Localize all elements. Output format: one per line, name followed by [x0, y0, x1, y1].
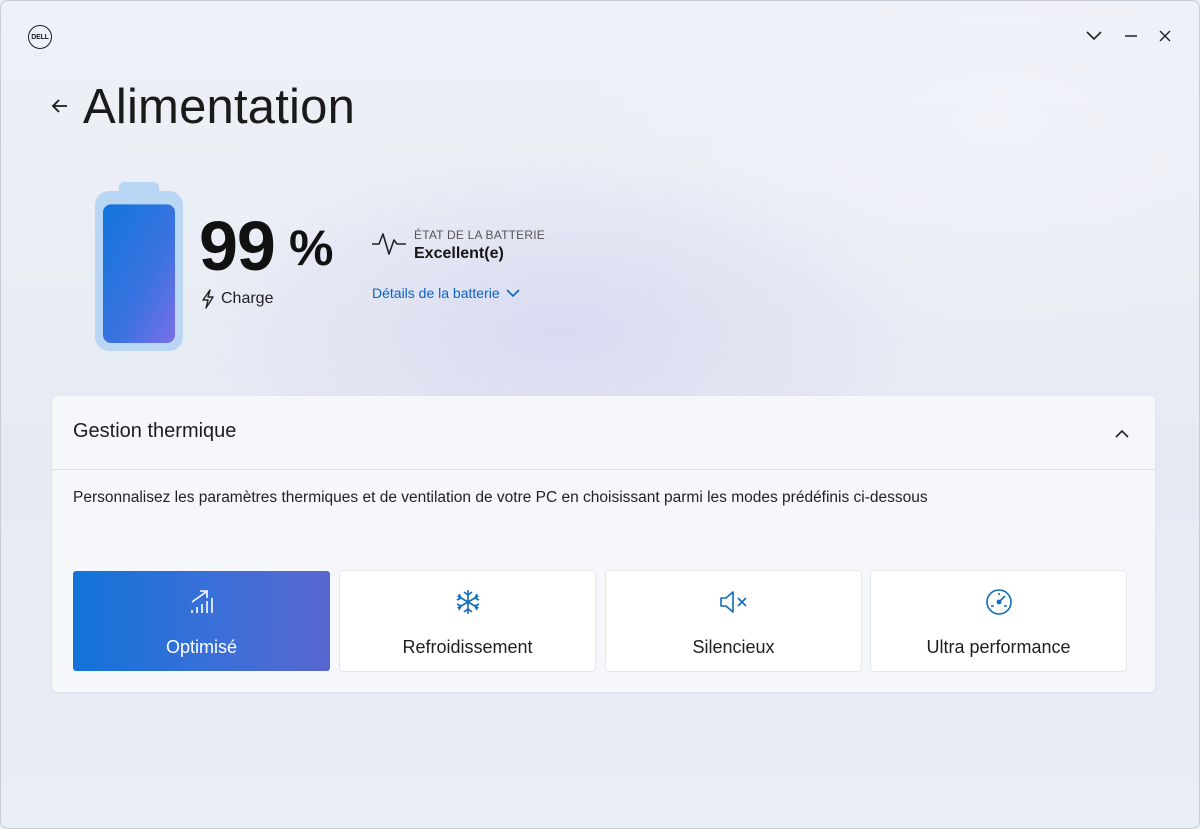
mode-ultra-performance[interactable]: Ultra performance	[871, 571, 1126, 671]
mode-silencieux[interactable]: Silencieux	[606, 571, 861, 671]
charge-label: Charge	[221, 290, 274, 307]
battery-percent: 99	[199, 207, 276, 285]
mode-label: Silencieux	[692, 637, 775, 657]
mode-label: Optimisé	[165, 637, 237, 657]
thermal-management-panel: Gestion thermique Personnalisez les para…	[52, 396, 1155, 692]
speaker-mute-icon	[719, 585, 749, 619]
dropdown-chevron-button[interactable]	[1079, 23, 1109, 49]
charge-status: Charge	[201, 289, 273, 309]
snowflake-icon	[454, 585, 482, 619]
pulse-icon	[371, 227, 407, 259]
panel-title: Gestion thermique	[73, 420, 237, 442]
back-button[interactable]	[49, 95, 71, 117]
mode-label: Ultra performance	[926, 637, 1071, 657]
close-button[interactable]	[1150, 23, 1180, 49]
page-title: Alimentation	[83, 80, 356, 134]
battery-icon	[93, 181, 185, 353]
chevron-down-icon	[506, 288, 520, 297]
battery-details-label: Détails de la batterie	[372, 285, 500, 301]
battery-details-link[interactable]: Détails de la batterie	[372, 285, 520, 301]
mode-optimise[interactable]: Optimisé	[73, 571, 330, 671]
close-icon	[1159, 30, 1171, 42]
dell-logo: DELL	[28, 25, 52, 49]
bars-trend-up-icon	[188, 585, 216, 619]
battery-percent-unit: %	[289, 220, 334, 276]
chevron-down-icon	[1086, 31, 1102, 41]
chevron-up-icon	[1115, 429, 1129, 438]
panel-description: Personnalisez les paramètres thermiques …	[73, 489, 928, 506]
mode-label: Refroidissement	[402, 637, 533, 657]
app-window: DELL Alimentation 99 % Charge ÉTAT DE LA…	[0, 0, 1200, 829]
battery-level-fill	[103, 204, 175, 343]
minimize-button[interactable]	[1116, 23, 1146, 49]
speedometer-icon	[985, 585, 1013, 619]
battery-health-caption: ÉTAT DE LA BATTERIE	[414, 228, 545, 242]
minimize-icon	[1125, 35, 1137, 37]
panel-header: Gestion thermique	[52, 396, 1155, 470]
lightning-bolt-icon	[202, 289, 214, 309]
mode-refroidissement[interactable]: Refroidissement	[340, 571, 595, 671]
collapse-button[interactable]	[1111, 422, 1133, 444]
arrow-left-icon	[51, 99, 67, 113]
battery-health-value: Excellent(e)	[414, 245, 504, 262]
